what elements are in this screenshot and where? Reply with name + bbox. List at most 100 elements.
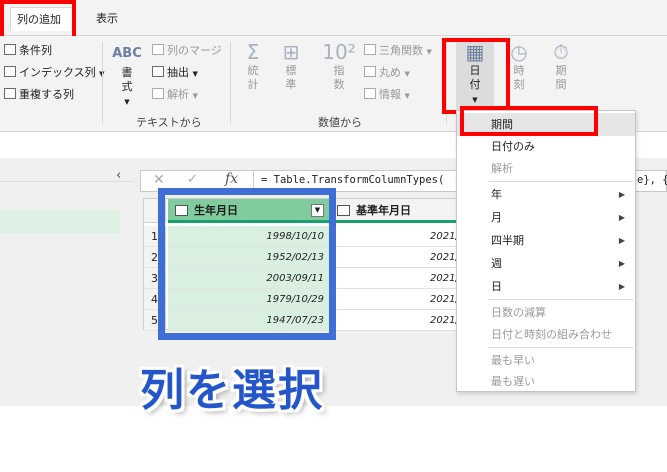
duplicate-column-label: 重複する列 [19,88,74,101]
menu-item-latest[interactable]: 最も遅い [457,370,635,393]
grid-corner-table-icon[interactable] [144,199,166,223]
submenu-arrow-icon: ▶ [618,190,625,199]
triangle-icon [364,44,376,55]
menu-item-label: 解析 [491,162,513,175]
chevron-down-icon: ▼ [192,92,198,100]
conditional-column-button[interactable]: 条件列 [4,42,52,58]
date-button[interactable]: ▦ 日付 ▼ [456,40,494,110]
column-header-label: 基準年月日 [356,204,411,217]
information-label: 情報 [379,88,401,101]
menu-item-date-only[interactable]: 日付のみ [457,135,635,158]
submenu-arrow-icon: ▶ [618,259,625,268]
duplicate-column-icon [4,88,16,99]
statistics-button[interactable]: Σ 統計 [238,40,268,92]
duplicate-column-button[interactable]: 重複する列 [4,86,74,102]
table-cell[interactable]: 2003/09/11 [168,268,330,289]
menu-item-duration[interactable]: 期間 [457,113,635,136]
submenu-arrow-icon: ▶ [618,213,625,222]
table-cell[interactable]: 1998/10/10 [168,226,330,247]
formula-text[interactable]: = Table.TransformColumnTypes( [261,174,444,186]
information-button[interactable]: 情報 ▼ [364,86,410,102]
extract-abc-icon [152,66,164,77]
menu-item-label: 日 [491,280,502,293]
extract-label: 抽出 [167,66,189,79]
menu-separator [489,181,633,182]
conditional-column-label: 条件列 [19,44,52,57]
sigma-icon: Σ [246,40,260,64]
column-header-birthdate[interactable]: 生年月日 ▼ [168,199,330,223]
ribbon-separator [446,42,447,124]
selected-query[interactable] [0,210,120,234]
menu-item-earliest[interactable]: 最も早い [457,349,635,372]
ribbon-separator [102,42,103,124]
stopwatch-icon: ⏱ [553,40,569,64]
tab-add-column[interactable]: 列の追加 [10,7,74,31]
menu-item-week[interactable]: 週 ▶ [457,252,635,275]
menu-item-quarter[interactable]: 四半期 ▶ [457,229,635,252]
extract-button[interactable]: 抽出 ▼ [152,64,198,80]
chevron-down-icon: ▼ [124,98,130,106]
column-header-base-date[interactable]: 基準年月日 [330,199,468,223]
row-number[interactable]: 2 [144,247,166,268]
commit-icon[interactable]: ✓ [187,172,198,187]
standard-button[interactable]: ⊞ 標準 [276,40,306,92]
menu-item-label: 最も早い [491,354,535,367]
information-icon [364,88,376,99]
calendar-type-icon[interactable] [175,205,188,216]
submenu-arrow-icon: ▶ [618,236,625,245]
table-cell[interactable]: 1979/10/29 [168,289,330,310]
trigonometry-button[interactable]: 三角関数 ▼ [364,42,432,58]
duration-label: 期間 [555,64,567,91]
merge-columns-button[interactable]: 列のマージ [152,42,222,58]
filter-dropdown-icon[interactable]: ▼ [311,204,324,217]
calendar-icon: ▦ [465,40,485,64]
index-column-button[interactable]: インデックス列 ▼ [4,64,105,80]
time-button[interactable]: ◷ 時刻 [502,40,536,92]
conditional-column-icon [4,44,16,55]
row-number[interactable]: 3 [144,268,166,289]
row-number[interactable]: 4 [144,289,166,310]
calculator-icon: ⊞ [282,40,300,64]
menu-item-parse[interactable]: 解析 [457,157,635,180]
queries-pane [0,158,134,406]
menu-item-year[interactable]: 年 ▶ [457,183,635,206]
rounding-button[interactable]: 丸め ▼ [364,64,410,80]
calendar-type-icon[interactable] [337,205,350,216]
ribbon-tab-bar: 列の追加 表示 [0,0,667,36]
menu-item-month[interactable]: 月 ▶ [457,206,635,229]
table-cell[interactable]: 1947/07/23 [168,310,330,331]
table-cell[interactable]: 2021/ [330,226,468,247]
scientific-label: 指数 [333,64,345,91]
menu-item-label: 期間 [491,118,513,131]
menu-item-combine-date-time[interactable]: 日付と時刻の組み合わせ [457,323,635,346]
chevron-down-icon: ▼ [404,92,410,100]
table-cell[interactable]: 2021/ [330,310,468,331]
menu-item-label: 週 [491,257,502,270]
tab-view[interactable]: 表示 [90,7,124,31]
row-number[interactable]: 1 [144,226,166,247]
format-button[interactable]: ABC 書式 ▼ [110,42,144,107]
menu-item-day[interactable]: 日 ▶ [457,275,635,298]
table-cell[interactable]: 2021/ [330,289,468,310]
scientific-button[interactable]: 10² 指数 [322,40,356,92]
date-dropdown-menu: 期間 日付のみ 解析 年 ▶ 月 ▶ 四半期 ▶ 週 ▶ 日 ▶ 日数の減算 日付と時刻の… [456,110,636,392]
column-header-label: 生年月日 [194,204,238,217]
queries-pane-header [0,158,134,182]
parse-button[interactable]: 解析 ▼ [152,86,198,102]
data-grid: 生年月日 ▼ 基準年月日 1 1998/10/10 2021/ 2 1952/0… [143,198,468,331]
duration-button[interactable]: ⏱ 期間 [544,40,578,92]
table-cell[interactable]: 2021/ [330,268,468,289]
fx-icon[interactable]: fx [225,171,238,187]
menu-separator [489,347,633,348]
table-cell[interactable]: 2021/ [330,247,468,268]
row-number[interactable]: 5 [144,310,166,331]
standard-label: 標準 [285,64,297,91]
menu-item-label: 日付のみ [491,140,535,153]
formula-text-tail[interactable]: e}, { [637,174,667,186]
cancel-icon[interactable]: ✕ [153,172,165,188]
time-label: 時刻 [513,64,525,91]
menu-item-subtract-days[interactable]: 日数の減算 [457,301,635,324]
table-cell[interactable]: 1952/02/13 [168,247,330,268]
menu-item-label: 年 [491,188,502,201]
collapse-pane-icon[interactable]: ‹ [116,168,121,183]
